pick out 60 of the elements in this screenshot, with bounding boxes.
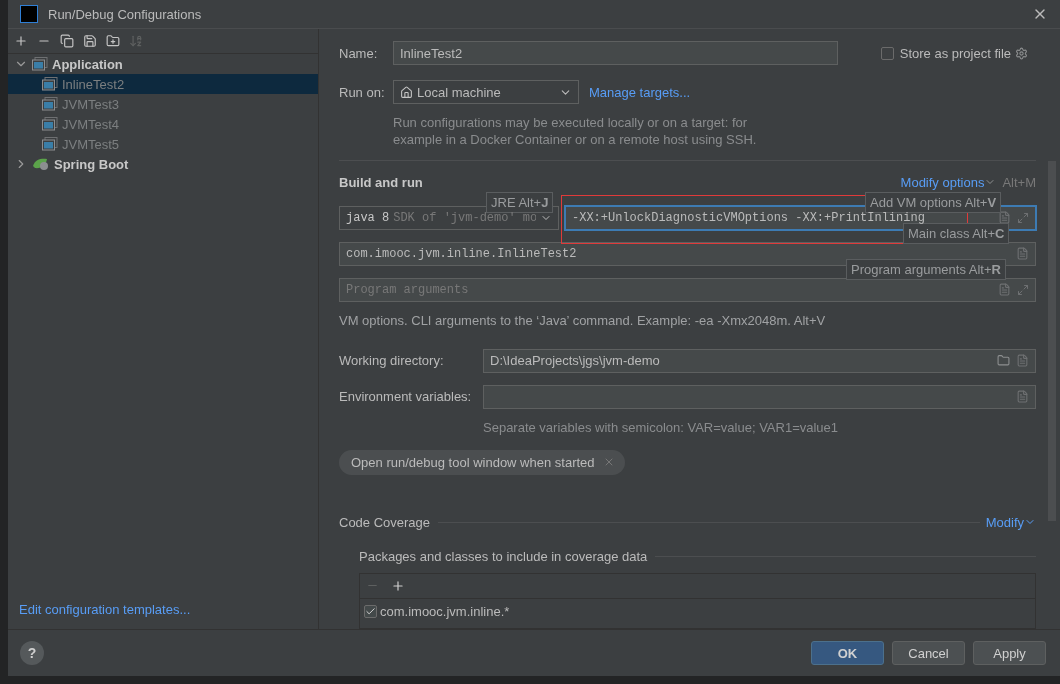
- settings-icon[interactable]: [1015, 46, 1028, 60]
- document-icon[interactable]: [998, 283, 1011, 297]
- shortcut-hint: JRE Alt+J: [486, 191, 554, 213]
- modify-options-link[interactable]: Modify options: [900, 174, 985, 190]
- tree-item[interactable]: JVMTest3: [8, 94, 318, 114]
- document-icon[interactable]: [1016, 247, 1029, 261]
- window-icon: [42, 117, 58, 131]
- document-icon[interactable]: [1016, 390, 1029, 404]
- manage-targets-link[interactable]: Manage targets...: [589, 84, 691, 100]
- folder-icon[interactable]: [106, 34, 120, 48]
- dialog-button[interactable]: Cancel: [892, 641, 965, 665]
- plus-icon[interactable]: [391, 578, 405, 593]
- tree-item[interactable]: Application: [8, 54, 318, 74]
- environment-variables-field[interactable]: [483, 384, 1036, 409]
- add-icon[interactable]: [14, 34, 28, 48]
- section-title: Build and run: [339, 174, 423, 190]
- dialog-button[interactable]: OK: [811, 641, 884, 665]
- package-checkbox[interactable]: [364, 604, 377, 618]
- section-title: Code Coverage: [339, 514, 431, 530]
- window-icon: [42, 97, 58, 111]
- window-title: Run/Debug Configurations: [48, 6, 203, 22]
- working-directory-field[interactable]: D:\IdeaProjects\jgs\jvm-demo: [483, 348, 1036, 373]
- tree-item[interactable]: Spring Boot: [8, 154, 318, 174]
- run-on-dropdown[interactable]: Local machine: [393, 80, 579, 104]
- shortcut-hint: Add VM options Alt+V: [865, 191, 1002, 213]
- expand-icon[interactable]: [1017, 283, 1029, 296]
- copy-icon[interactable]: [60, 34, 74, 48]
- store-checkbox[interactable]: [880, 46, 894, 60]
- window-icon: [42, 137, 58, 151]
- edit-templates-link[interactable]: Edit configuration templates...: [8, 602, 318, 629]
- option-tag[interactable]: Open run/debug tool window when started: [339, 449, 625, 475]
- tree-item[interactable]: JVMTest5: [8, 134, 318, 154]
- package-item: com.imooc.jvm.inline.*: [380, 603, 510, 619]
- folder-icon[interactable]: [997, 354, 1010, 368]
- window-icon: [32, 57, 48, 71]
- name-label: Name:: [339, 45, 379, 61]
- save-icon[interactable]: [83, 34, 97, 48]
- document-icon[interactable]: [998, 211, 1011, 225]
- leaf-icon: [32, 157, 50, 171]
- run-on-label: Run on:: [339, 84, 386, 100]
- shortcut-hint: Program arguments Alt+R: [846, 258, 1006, 280]
- vm-options-help: VM options. CLI arguments to the ‘Java’ command. Example: -ea -Xmx2048m. Alt+V: [339, 311, 826, 329]
- window-icon: [42, 77, 58, 91]
- help-button[interactable]: ?: [20, 641, 44, 665]
- environment-hint: Separate variables with semicolon: VAR=value; VAR1=value1: [483, 418, 839, 436]
- expand-icon[interactable]: [1017, 211, 1029, 224]
- shortcut-text: Alt+M: [1002, 174, 1036, 190]
- home-icon: [400, 85, 413, 99]
- modify-link[interactable]: Modify: [985, 514, 1024, 530]
- tree-item[interactable]: JVMTest4: [8, 114, 318, 134]
- packages-title: Packages and classes to include in coverage data: [359, 548, 648, 564]
- tree-item[interactable]: InlineTest2: [8, 74, 318, 94]
- document-icon[interactable]: [1016, 354, 1029, 368]
- run-on-hint: Run configurations may be executed locally or on a target: for example in a Docker Container or on a remote host using SSH.: [393, 114, 758, 148]
- name-field[interactable]: InlineTest2: [393, 41, 838, 65]
- store-label: Store as project file: [899, 45, 1011, 61]
- working-directory-label: Working directory:: [339, 353, 445, 369]
- app-logo: [20, 5, 38, 23]
- environment-variables-label: Environment variables:: [339, 389, 473, 405]
- dialog-button[interactable]: Apply: [973, 641, 1046, 665]
